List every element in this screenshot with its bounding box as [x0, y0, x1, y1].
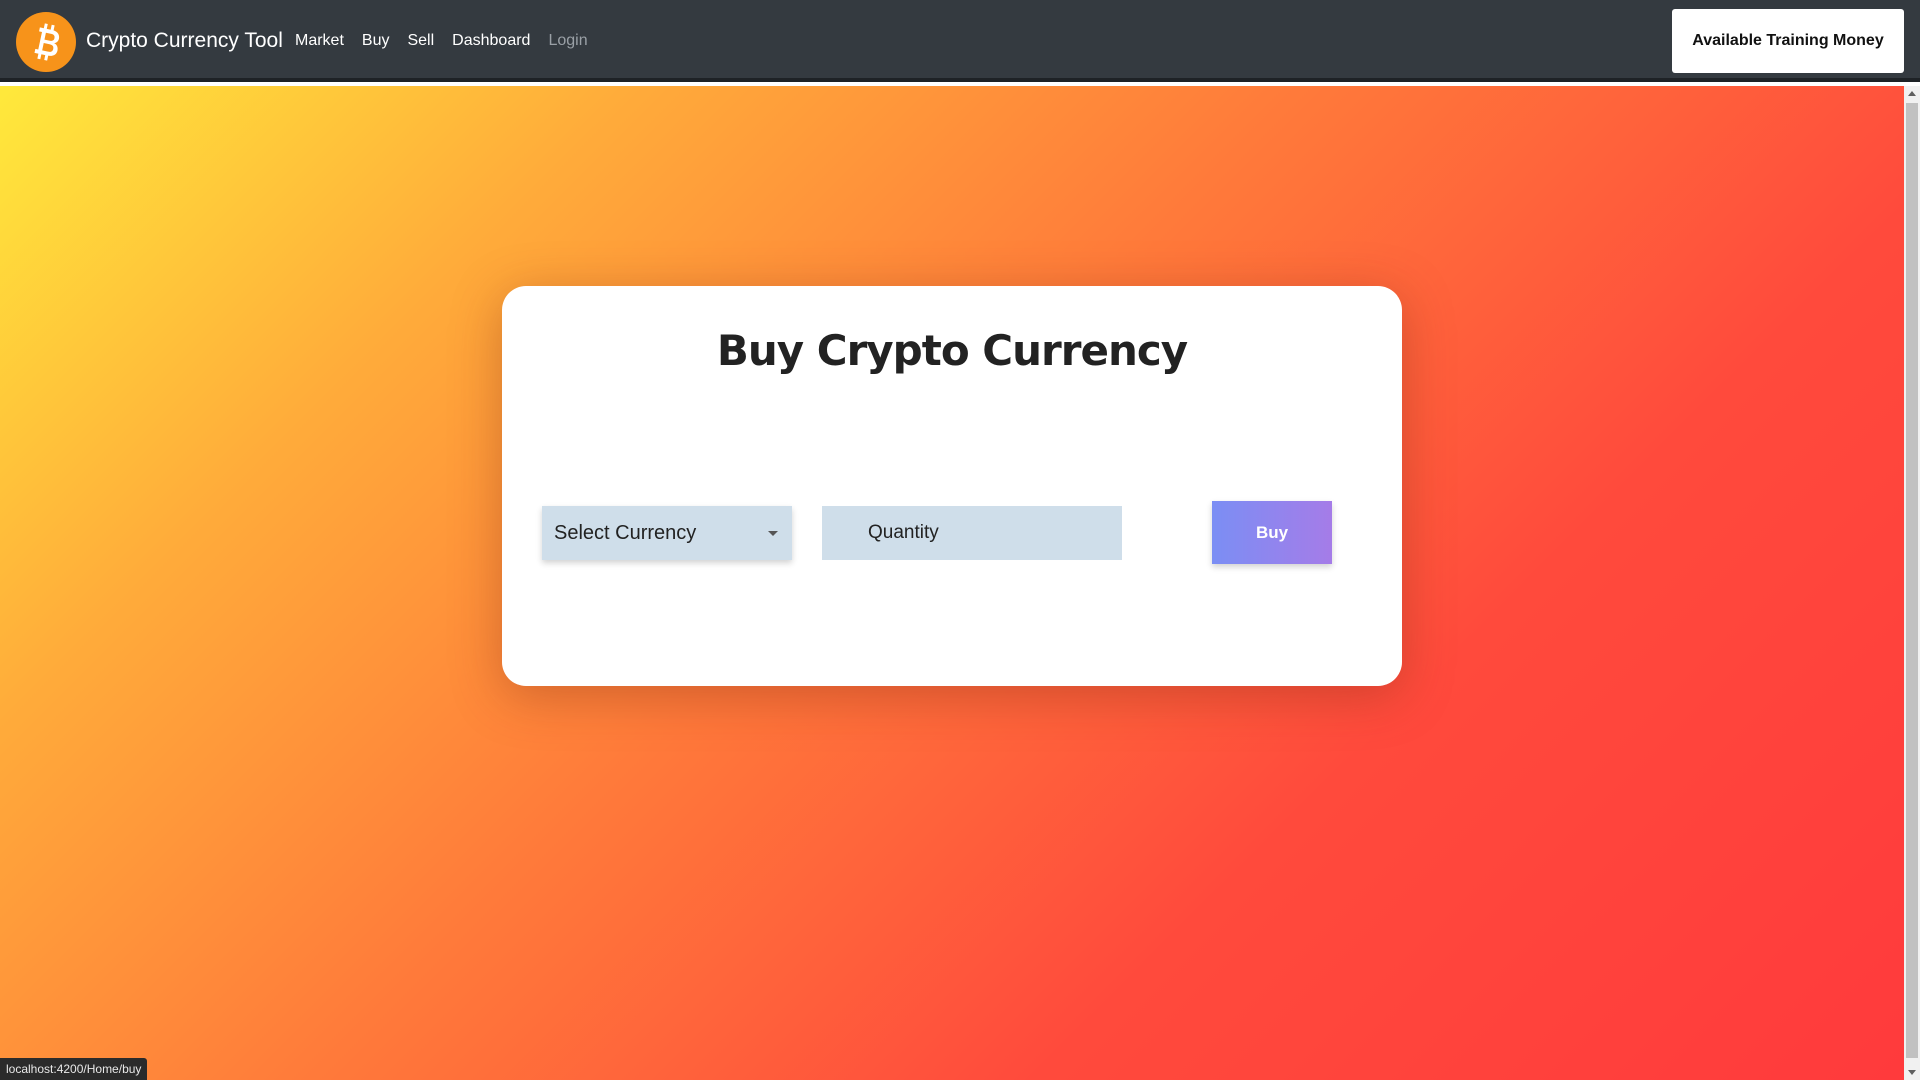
- caret-down-icon: [768, 531, 778, 536]
- nav-link-buy[interactable]: Buy: [362, 30, 390, 52]
- scroll-down-arrow-icon[interactable]: [1908, 1070, 1916, 1075]
- nav-link-dashboard[interactable]: Dashboard: [452, 30, 530, 52]
- currency-select[interactable]: Select Currency: [542, 506, 792, 560]
- buy-button[interactable]: Buy: [1212, 501, 1332, 564]
- bitcoin-symbol-icon: [34, 23, 60, 61]
- buy-card: Buy Crypto Currency Select Currency Buy: [502, 286, 1402, 686]
- quantity-input[interactable]: [822, 506, 1122, 560]
- brand-title[interactable]: Crypto Currency Tool: [86, 26, 283, 56]
- page-title: Buy Crypto Currency: [716, 326, 1188, 375]
- navbar: Crypto Currency Tool Market Buy Sell Das…: [0, 0, 1920, 82]
- nav-link-market[interactable]: Market: [295, 30, 344, 52]
- available-training-money-button[interactable]: Available Training Money: [1672, 9, 1904, 73]
- page: Crypto Currency Tool Market Buy Sell Das…: [0, 0, 1920, 1080]
- scrollbar[interactable]: [1904, 86, 1920, 1080]
- nav-link-login[interactable]: Login: [548, 30, 587, 52]
- scroll-up-arrow-icon[interactable]: [1908, 91, 1916, 96]
- bitcoin-logo-icon[interactable]: [16, 12, 76, 72]
- currency-select-value: Select Currency: [554, 521, 697, 544]
- scroll-thumb[interactable]: [1906, 103, 1918, 1058]
- status-url-bar: localhost:4200/Home/buy: [0, 1058, 148, 1080]
- nav-links: Market Buy Sell Dashboard Login: [295, 30, 588, 52]
- nav-link-sell[interactable]: Sell: [407, 30, 434, 52]
